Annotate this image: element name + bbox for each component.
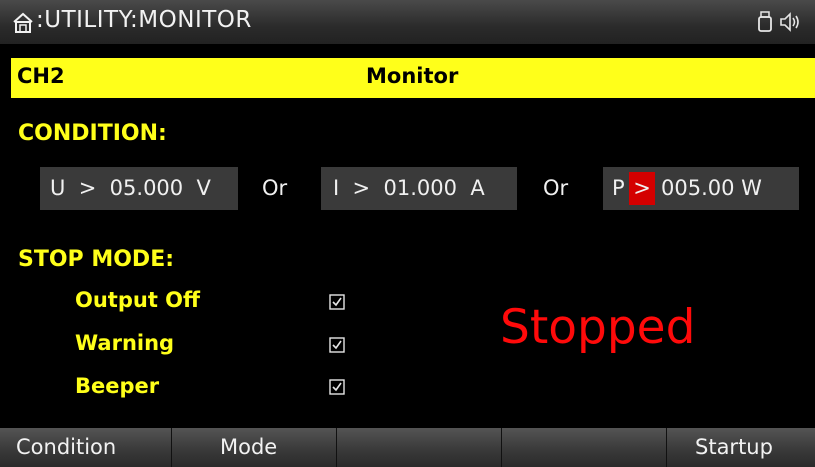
condition-label: CONDITION: (18, 121, 167, 146)
beeper-label: Beeper (75, 374, 160, 398)
channel-bar: CH2 Monitor (11, 58, 815, 98)
usb-icon (758, 11, 772, 32)
softkey-startup[interactable]: Startup (667, 428, 815, 467)
stop-mode-label: STOP MODE: (18, 247, 175, 272)
or-label-2: Or (543, 176, 569, 200)
output-off-checkbox[interactable] (329, 294, 345, 310)
monitor-heading: Monitor (366, 64, 459, 88)
speaker-icon (780, 12, 799, 32)
power-condition-field[interactable]: P > 005.00 W (603, 167, 799, 210)
power-prefix: P (612, 176, 625, 200)
warning-label: Warning (75, 331, 175, 355)
title-bar: :UTILITY:MONITOR (0, 0, 815, 44)
home-icon (13, 12, 33, 33)
current-condition-field[interactable]: I > 01.000 A (321, 167, 517, 210)
channel-label: CH2 (17, 64, 65, 88)
softkey-condition[interactable]: Condition (0, 428, 172, 467)
power-operator-selected[interactable]: > (629, 172, 655, 205)
softkey-4[interactable] (502, 428, 667, 467)
softkey-mode[interactable]: Mode (172, 428, 337, 467)
softkey-bar: Condition Mode Startup (0, 428, 815, 467)
output-off-label: Output Off (75, 288, 201, 312)
power-value: 005.00 W (661, 176, 762, 200)
warning-checkbox[interactable] (329, 337, 345, 353)
voltage-condition-field[interactable]: U > 05.000 V (40, 167, 238, 210)
monitor-status: Stopped (500, 300, 696, 355)
softkey-3[interactable] (337, 428, 502, 467)
beeper-checkbox[interactable] (329, 379, 345, 395)
page-title: :UTILITY:MONITOR (36, 7, 252, 33)
or-label-1: Or (262, 176, 288, 200)
